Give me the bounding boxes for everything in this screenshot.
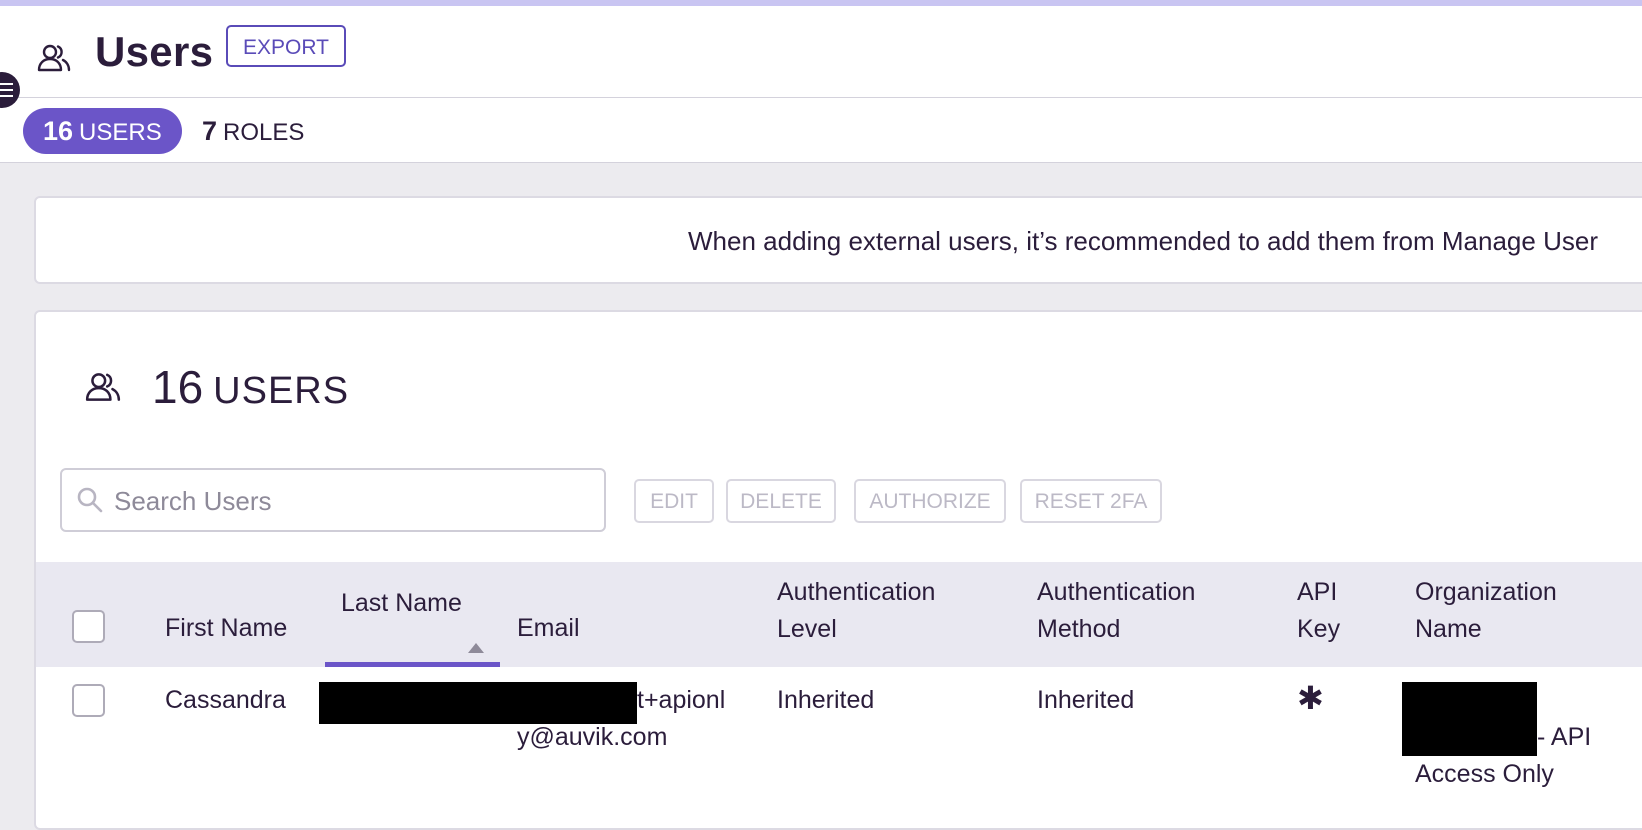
cell-first-name: Cassandra	[165, 686, 286, 714]
tab-roles-label: ROLES	[223, 119, 305, 146]
cell-authentication-level: Inherited	[777, 686, 875, 714]
cell-email-line2: y@auvik.com	[517, 723, 668, 751]
api-key-icon: ✱	[1297, 680, 1324, 716]
row-checkbox[interactable]	[72, 684, 105, 717]
users-card: 16USERS EDIT DELETE AUTHORIZE RESET 2FA …	[34, 310, 1642, 830]
delete-button[interactable]: DELETE	[726, 479, 836, 523]
column-header-last-name[interactable]: Last Name	[341, 585, 462, 622]
redacted-block	[319, 682, 637, 724]
reset-2fa-button[interactable]: RESET 2FA	[1020, 479, 1162, 523]
cell-org-line2: Access Only	[1415, 760, 1554, 788]
search-box[interactable]	[60, 468, 606, 532]
column-header-text: Method	[1037, 615, 1121, 643]
cell-authentication-method: Inherited	[1037, 686, 1135, 714]
column-header-text: Name	[1415, 615, 1482, 643]
column-header-text: Authentication	[1037, 578, 1196, 606]
tab-roles[interactable]: 7 ROLES	[202, 108, 304, 156]
tab-users-count: 16	[43, 116, 74, 146]
table-header: First Name Last Name Email Authenticatio…	[36, 562, 1642, 667]
column-header-text: Authentication	[777, 578, 936, 606]
column-header-authentication-level[interactable]: Authentication Level	[777, 574, 935, 648]
column-header-text: API	[1297, 578, 1338, 606]
column-header-api-key[interactable]: API Key	[1297, 574, 1340, 648]
menu-icon	[0, 83, 13, 85]
cell-email-line1: t+apionl	[637, 686, 726, 714]
cell-org-line1: - API	[1537, 723, 1592, 751]
tab-users[interactable]: 16 USERS	[23, 108, 182, 154]
column-header-text: Level	[777, 615, 837, 643]
info-banner: When adding external users, it’s recomme…	[34, 196, 1642, 284]
column-header-authentication-method[interactable]: Authentication Method	[1037, 574, 1195, 648]
users-icon	[85, 373, 121, 401]
users-count-label: USERS	[213, 370, 350, 412]
select-all-checkbox[interactable]	[72, 610, 105, 643]
export-button[interactable]: EXPORT	[226, 25, 346, 67]
users-icon	[37, 44, 71, 72]
page-title: Users	[95, 28, 214, 75]
tab-bar: 16 USERS 7 ROLES	[0, 98, 1642, 163]
search-icon	[77, 487, 103, 513]
column-header-text: Organization	[1415, 578, 1557, 606]
banner-text: When adding external users, it’s recomme…	[688, 226, 1598, 256]
column-header-text: Key	[1297, 615, 1341, 643]
edit-button[interactable]: EDIT	[634, 479, 714, 523]
column-header-first-name[interactable]: First Name	[165, 610, 287, 647]
redacted-block	[1402, 682, 1537, 756]
sort-indicator	[325, 662, 500, 667]
column-header-email[interactable]: Email	[517, 610, 580, 647]
column-header-organization-name[interactable]: Organization Name	[1415, 574, 1557, 648]
users-count-number: 16	[152, 361, 204, 413]
authorize-button[interactable]: AUTHORIZE	[854, 479, 1006, 523]
page-header: Users EXPORT	[0, 6, 1642, 98]
tab-users-label: USERS	[79, 119, 162, 146]
sort-ascending-icon	[468, 643, 484, 653]
search-input[interactable]	[112, 478, 586, 524]
tab-roles-count: 7	[202, 116, 218, 146]
users-count-heading: 16 USERS	[152, 360, 349, 414]
